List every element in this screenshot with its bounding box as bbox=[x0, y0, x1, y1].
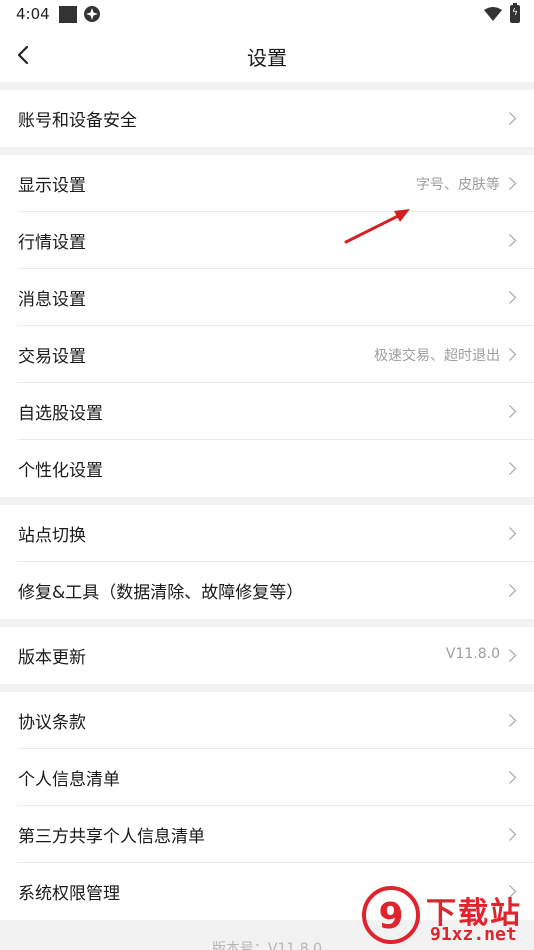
chevron-right-icon bbox=[509, 584, 517, 597]
row-site-switch[interactable]: 站点切换 bbox=[17, 505, 534, 562]
row-label: 修复&工具（数据清除、故障修复等） bbox=[18, 583, 304, 603]
chevron-right-icon bbox=[509, 112, 517, 125]
row-trade-settings[interactable]: 交易设置 极速交易、超时退出 bbox=[17, 326, 534, 383]
page-title: 设置 bbox=[247, 46, 287, 70]
chevron-right-icon bbox=[509, 714, 517, 727]
nav-bar: 设置 bbox=[0, 30, 534, 82]
group-gap bbox=[0, 147, 534, 155]
row-label: 协议条款 bbox=[18, 713, 86, 733]
battery-charging-glyph: ϟ bbox=[512, 8, 518, 18]
row-label: 第三方共享个人信息清单 bbox=[18, 827, 205, 847]
group-gap bbox=[0, 684, 534, 692]
chevron-right-icon bbox=[509, 291, 517, 304]
chevron-right-icon bbox=[509, 177, 517, 190]
row-account-security[interactable]: 账号和设备安全 bbox=[17, 90, 534, 147]
battery-icon: ϟ bbox=[510, 3, 520, 23]
row-label: 系统权限管理 bbox=[18, 884, 120, 904]
row-hint: 字号、皮肤等 bbox=[416, 177, 500, 193]
row-repair-tools[interactable]: 修复&工具（数据清除、故障修复等） bbox=[17, 562, 534, 619]
watermark-logo-icon: 9 bbox=[362, 886, 420, 944]
chevron-right-icon bbox=[509, 828, 517, 841]
chevron-right-icon bbox=[509, 348, 517, 361]
annotation-arrow-icon bbox=[344, 209, 410, 244]
row-label: 个性化设置 bbox=[18, 461, 103, 481]
settings-group-tools: 站点切换 修复&工具（数据清除、故障修复等） bbox=[0, 505, 534, 619]
chevron-right-icon bbox=[509, 462, 517, 475]
row-agreements[interactable]: 协议条款 bbox=[17, 692, 534, 749]
status-time: 4:04 bbox=[16, 5, 50, 23]
watermark: 9 下载站 91xz.net bbox=[360, 880, 534, 950]
row-market-settings[interactable]: 行情设置 bbox=[17, 212, 534, 269]
row-label: 自选股设置 bbox=[18, 404, 103, 424]
chevron-right-icon bbox=[509, 527, 517, 540]
settings-group-version: 版本更新 V11.8.0 bbox=[0, 627, 534, 684]
wifi-icon bbox=[484, 7, 502, 21]
row-hint: 极速交易、超时退出 bbox=[374, 348, 500, 364]
notification-app-icon bbox=[84, 6, 100, 22]
row-label: 显示设置 bbox=[18, 176, 86, 196]
status-bar: 4:04 ϟ bbox=[0, 0, 534, 30]
watermark-logo-mark: 9 bbox=[378, 896, 403, 937]
row-label: 站点切换 bbox=[18, 526, 86, 546]
chevron-right-icon bbox=[509, 234, 517, 247]
chevron-right-icon bbox=[509, 649, 517, 662]
group-gap bbox=[0, 82, 534, 90]
chevron-right-icon bbox=[509, 771, 517, 784]
row-third-party-sharing[interactable]: 第三方共享个人信息清单 bbox=[17, 806, 534, 863]
row-label: 行情设置 bbox=[18, 233, 86, 253]
settings-group-preferences: 显示设置 字号、皮肤等 行情设置 消息设置 交易设置 极速交易、超时退出 自选股… bbox=[0, 155, 534, 497]
row-label: 版本更新 bbox=[18, 648, 86, 668]
row-watchlist-settings[interactable]: 自选股设置 bbox=[17, 383, 534, 440]
group-gap bbox=[0, 497, 534, 505]
row-label: 消息设置 bbox=[18, 290, 86, 310]
chevron-right-icon bbox=[509, 405, 517, 418]
row-label: 交易设置 bbox=[18, 347, 86, 367]
row-label: 账号和设备安全 bbox=[18, 111, 137, 131]
row-personalization-settings[interactable]: 个性化设置 bbox=[17, 440, 534, 497]
row-version-update[interactable]: 版本更新 V11.8.0 bbox=[17, 627, 534, 684]
row-message-settings[interactable]: 消息设置 bbox=[17, 269, 534, 326]
row-label: 个人信息清单 bbox=[18, 770, 120, 790]
row-hint: V11.8.0 bbox=[445, 646, 500, 662]
row-display-settings[interactable]: 显示设置 字号、皮肤等 bbox=[17, 155, 534, 212]
watermark-domain: 91xz.net bbox=[430, 924, 517, 945]
settings-group-account: 账号和设备安全 bbox=[0, 90, 534, 147]
notification-square-icon bbox=[59, 6, 77, 23]
group-gap bbox=[0, 619, 534, 627]
row-personal-info-list[interactable]: 个人信息清单 bbox=[17, 749, 534, 806]
